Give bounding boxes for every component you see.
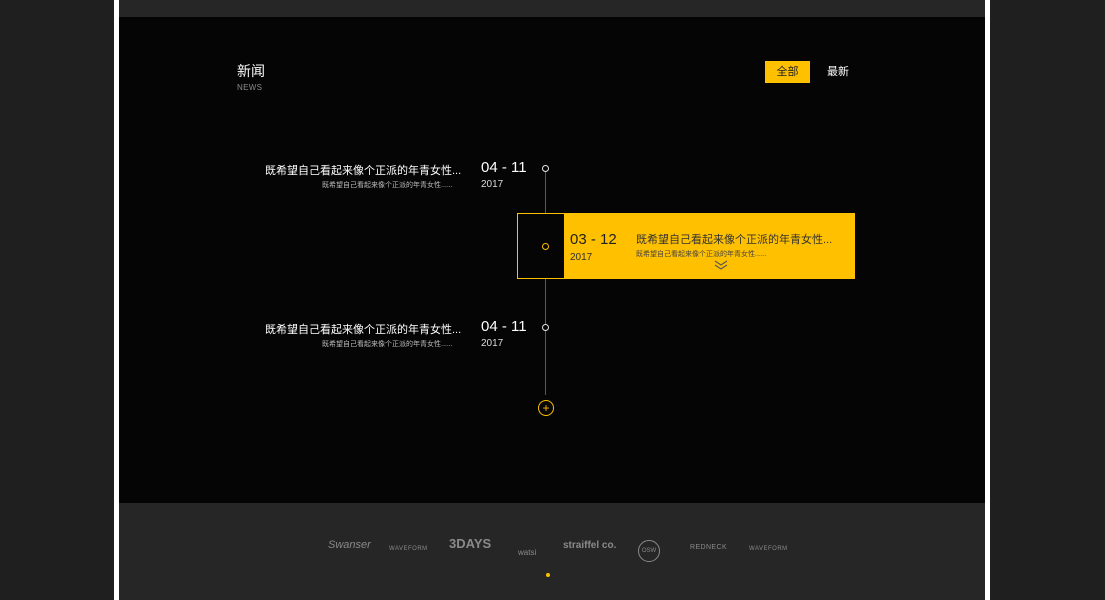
timeline-node-active bbox=[542, 243, 549, 250]
partner-logo[interactable]: WAVEFORM bbox=[389, 546, 428, 552]
partner-logo[interactable]: REDNECK bbox=[690, 544, 727, 551]
news-section: 新闻 NEWS 全部 最新 既希望自己看起来像个正派的年青女性... 既希望自己… bbox=[119, 17, 985, 503]
partner-logo[interactable]: straiffel co. bbox=[563, 540, 616, 551]
filter-latest-button[interactable]: 最新 bbox=[823, 61, 853, 83]
page-subtitle: NEWS bbox=[237, 83, 263, 92]
news-desc: 既希望自己看起来像个正派的年青女性...... bbox=[636, 251, 767, 258]
partner-logo[interactable]: WAVEFORM bbox=[749, 546, 788, 552]
filter-all-button[interactable]: 全部 bbox=[765, 61, 810, 83]
partner-logo[interactable]: watsi bbox=[518, 548, 536, 557]
news-year: 2017 bbox=[481, 179, 504, 190]
news-title[interactable]: 既希望自己看起来像个正派的年青女性... bbox=[636, 231, 832, 247]
right-rail bbox=[985, 0, 990, 600]
carousel-dot[interactable] bbox=[546, 573, 550, 577]
page-title: 新闻 bbox=[237, 63, 265, 79]
timeline-item-active[interactable]: 03 - 12 2017 既希望自己看起来像个正派的年青女性... 既希望自己看… bbox=[517, 213, 855, 279]
top-strip bbox=[119, 0, 985, 17]
chevron-down-icon[interactable] bbox=[714, 259, 728, 271]
partner-logo[interactable]: 3DAYS bbox=[449, 536, 491, 551]
news-desc: 既希望自己看起来像个正派的年青女性...... bbox=[322, 182, 453, 189]
timeline-line bbox=[545, 168, 546, 395]
news-year: 2017 bbox=[570, 252, 593, 263]
partner-logo[interactable]: Swanser bbox=[328, 539, 371, 551]
plus-icon[interactable]: + bbox=[538, 400, 554, 416]
timeline-node bbox=[542, 324, 549, 331]
news-date: 04 - 11 bbox=[481, 159, 527, 176]
news-year: 2017 bbox=[481, 338, 504, 349]
news-title[interactable]: 既希望自己看起来像个正派的年青女性... bbox=[265, 321, 461, 337]
partner-logo[interactable]: OSW bbox=[638, 540, 660, 562]
page-frame: 新闻 NEWS 全部 最新 既希望自己看起来像个正派的年青女性... 既希望自己… bbox=[119, 0, 985, 600]
timeline-node bbox=[542, 165, 549, 172]
news-desc: 既希望自己看起来像个正派的年青女性...... bbox=[322, 341, 453, 348]
news-date: 04 - 11 bbox=[481, 318, 527, 335]
news-title[interactable]: 既希望自己看起来像个正派的年青女性... bbox=[265, 162, 461, 178]
news-date: 03 - 12 bbox=[570, 231, 617, 248]
partner-bar: Swanser WAVEFORM 3DAYS watsi straiffel c… bbox=[119, 503, 985, 600]
